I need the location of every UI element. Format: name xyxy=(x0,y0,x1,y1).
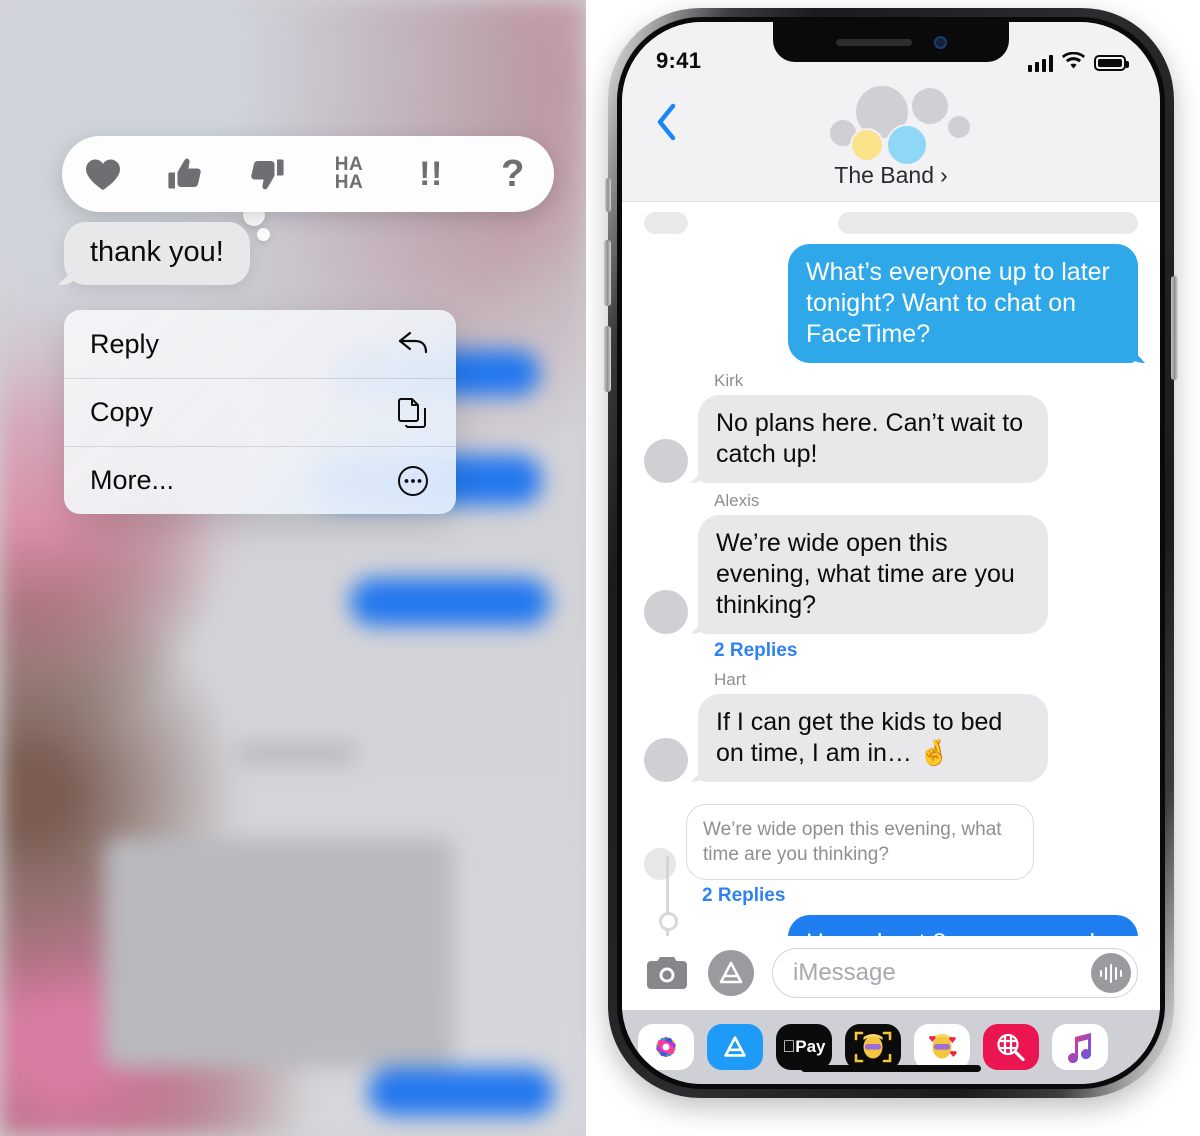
ellipsis-circle-icon xyxy=(396,464,430,498)
context-menu-item-copy[interactable]: Copy xyxy=(64,378,456,446)
exclamation-glyph: !! xyxy=(419,155,443,193)
focused-message-bubble[interactable]: thank you! xyxy=(64,222,250,285)
app-store-app-icon[interactable] xyxy=(707,1024,763,1070)
mute-switch-button[interactable] xyxy=(605,178,611,212)
copy-pages-icon xyxy=(396,396,430,430)
question-glyph: ? xyxy=(501,153,525,195)
imessage-app-drawer[interactable]: Pay xyxy=(622,1010,1160,1084)
iphone-screen: 9:41 The Band › What’s everyone up to la… xyxy=(622,22,1160,1084)
message-row-incoming-alexis[interactable]: We’re wide open this evening, what time … xyxy=(644,515,1138,634)
message-list[interactable]: What’s everyone up to later tonight? Wan… xyxy=(622,202,1160,936)
message-bubble-outgoing[interactable]: How about 8 p.m. so maybe Hart can join? xyxy=(788,915,1138,936)
group-title-row[interactable]: The Band › xyxy=(834,162,947,189)
sender-name-alexis: Alexis xyxy=(714,491,760,510)
right-panel-phone-mockup: 9:41 The Band › What’s everyone up to la… xyxy=(586,0,1200,1136)
avatar-kirk xyxy=(644,439,688,483)
imessage-placeholder: iMessage xyxy=(793,959,896,986)
thumbs-up-reaction-button[interactable] xyxy=(154,143,216,205)
memoji-app-icon[interactable] xyxy=(845,1024,901,1070)
heart-reaction-button[interactable] xyxy=(72,143,134,205)
signal-bars-icon xyxy=(1028,54,1053,72)
sender-name-hart: Hart xyxy=(714,670,747,689)
copy-label: Copy xyxy=(90,397,154,427)
audio-waveform-icon[interactable] xyxy=(1091,953,1131,993)
group-name-label: The Band xyxy=(834,162,935,188)
iphone-frame: 9:41 The Band › What’s everyone up to la… xyxy=(604,8,1178,1098)
context-menu-item-more[interactable]: More... xyxy=(64,446,456,514)
avatar-alexis xyxy=(644,590,688,634)
avatar-hart xyxy=(644,738,688,782)
message-row-outgoing-1[interactable]: What’s everyone up to later tonight? Wan… xyxy=(644,244,1138,363)
avatar-memoji-hart xyxy=(886,124,928,166)
app-store-icon[interactable] xyxy=(708,950,754,996)
inline-reply-thread[interactable]: We’re wide open this evening, what time … xyxy=(644,804,1138,936)
exclamation-reaction-button[interactable]: !! xyxy=(400,143,462,205)
apple-pay-app-icon[interactable]: Pay xyxy=(776,1024,832,1070)
reply-arrow-icon xyxy=(396,327,430,361)
front-camera-icon xyxy=(933,35,947,49)
message-bubble-incoming[interactable]: If I can get the kids to bed on time, I … xyxy=(698,694,1048,782)
quoted-message-row[interactable]: We’re wide open this evening, what time … xyxy=(644,804,1138,880)
home-indicator[interactable] xyxy=(801,1065,981,1072)
battery-icon xyxy=(1094,55,1129,71)
more-label: More... xyxy=(90,465,175,495)
photos-app-icon[interactable] xyxy=(638,1024,694,1070)
tapback-reaction-bar[interactable]: HA HA !! ? xyxy=(62,136,554,212)
avatar-member-small-right xyxy=(946,114,972,140)
replies-link[interactable]: 2 Replies xyxy=(714,640,1138,662)
message-input-bar[interactable]: iMessage xyxy=(622,936,1160,1010)
message-row-incoming-hart[interactable]: If I can get the kids to bed on time, I … xyxy=(644,694,1138,782)
screenshot-root: HA HA !! ? thank you! Reply Copy More...… xyxy=(0,0,1200,1136)
thread-connector-node xyxy=(659,912,678,931)
notch xyxy=(773,22,1009,62)
wifi-icon xyxy=(1062,51,1085,74)
group-avatar-cluster[interactable] xyxy=(802,84,980,166)
haha-reaction-button[interactable]: HA HA xyxy=(318,143,380,205)
conversation-header: The Band › xyxy=(622,80,1160,202)
scrolled-message-peek xyxy=(644,212,1138,234)
volume-down-button[interactable] xyxy=(604,326,611,392)
haha-line-2: HA xyxy=(334,172,364,193)
music-app-icon[interactable] xyxy=(1052,1024,1108,1070)
message-context-menu[interactable]: Reply Copy More... xyxy=(64,310,456,514)
quoted-message-bubble[interactable]: We’re wide open this evening, what time … xyxy=(686,804,1034,880)
camera-icon[interactable] xyxy=(644,950,690,996)
sender-name-kirk: Kirk xyxy=(714,371,744,390)
back-chevron-icon[interactable] xyxy=(652,100,682,144)
status-bar-time: 9:41 xyxy=(656,48,702,73)
group-identity[interactable]: The Band › xyxy=(786,84,996,189)
apple-pay-wordmark: Pay xyxy=(783,1037,826,1056)
thread-replies-link[interactable]: 2 Replies xyxy=(702,885,1138,907)
message-bubble-incoming[interactable]: We’re wide open this evening, what time … xyxy=(698,515,1048,634)
memoji-stickers-app-icon[interactable] xyxy=(914,1024,970,1070)
message-row-incoming-kirk[interactable]: No plans here. Can’t wait to catch up! xyxy=(644,395,1138,483)
tapback-tail-dot-small xyxy=(257,228,270,241)
power-button[interactable] xyxy=(1171,276,1178,380)
reply-label: Reply xyxy=(90,328,160,359)
left-panel-tapback-demo: HA HA !! ? thank you! Reply Copy More... xyxy=(0,0,586,1136)
context-menu-item-reply[interactable]: Reply xyxy=(64,310,456,378)
message-bubble-outgoing[interactable]: What’s everyone up to later tonight? Wan… xyxy=(788,244,1138,363)
message-row-outgoing-reply[interactable]: How about 8 p.m. so maybe Hart can join? xyxy=(644,915,1138,936)
avatar-member-kirk xyxy=(910,86,950,126)
avatar-memoji-panda xyxy=(850,128,884,162)
earpiece-speaker-icon xyxy=(835,38,912,46)
status-bar-indicators xyxy=(1028,51,1129,74)
message-bubble-incoming[interactable]: No plans here. Can’t wait to catch up! xyxy=(698,395,1048,483)
imessage-input-field[interactable]: iMessage xyxy=(772,948,1138,998)
question-reaction-button[interactable]: ? xyxy=(482,143,544,205)
volume-up-button[interactable] xyxy=(604,240,611,306)
images-search-app-icon[interactable] xyxy=(983,1024,1039,1070)
chevron-right-icon: › xyxy=(940,162,948,188)
iphone-bezel: 9:41 The Band › What’s everyone up to la… xyxy=(617,17,1165,1089)
thumbs-down-reaction-button[interactable] xyxy=(236,143,298,205)
avatar-alexis-quoted xyxy=(644,848,676,880)
